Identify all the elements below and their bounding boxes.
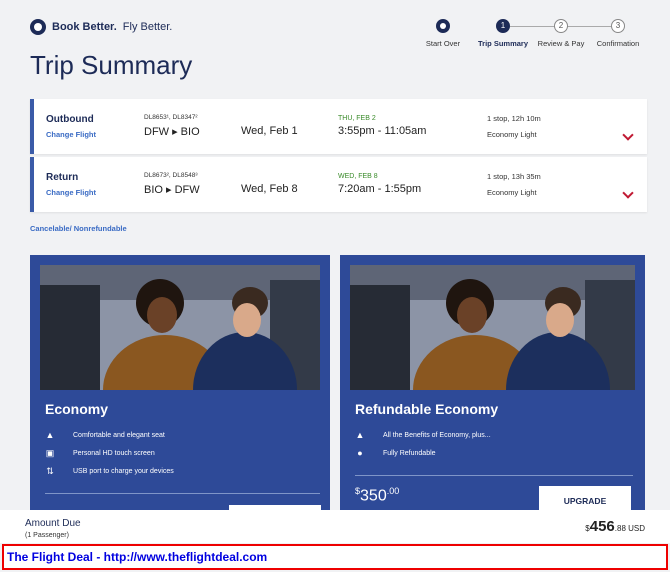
flight-times: 7:20am - 1:55pm bbox=[338, 183, 422, 195]
divider bbox=[45, 493, 320, 494]
cancel-policy-link[interactable]: Cancelable/ Nonrefundable bbox=[30, 224, 127, 233]
arrival-date-note: WED, FEB 8 bbox=[338, 173, 378, 180]
amount-due-bar: Amount Due (1 Passenger) $456.88 USD bbox=[0, 510, 670, 543]
step-number: 1 bbox=[496, 19, 510, 33]
flight-stops: 1 stop, 12h 10m bbox=[487, 114, 541, 123]
passengers-photo bbox=[350, 265, 635, 390]
refundable-fare-card[interactable]: Refundable Economy ▲ All the Benefits of … bbox=[340, 255, 645, 515]
feature-label: Fully Refundable bbox=[383, 449, 436, 457]
flight-date: Wed, Feb 1 bbox=[241, 125, 298, 137]
amount-int: 456 bbox=[589, 518, 615, 535]
flight-direction: Outbound bbox=[46, 114, 94, 125]
flight-numbers: DL8673², DL8548³ bbox=[144, 172, 198, 179]
fare-title: Economy bbox=[45, 401, 109, 417]
chevron-down-icon[interactable] bbox=[622, 129, 634, 141]
progress-steps: Start Over 1 Trip Summary 2 Review & Pay… bbox=[0, 19, 670, 59]
flight-deal-banner[interactable]: The Flight Deal - http://www.theflightde… bbox=[2, 544, 668, 570]
screen-icon: ▣ bbox=[45, 448, 55, 458]
price-dec: .00 bbox=[386, 486, 400, 496]
flight-route: DFW ▸ BIO bbox=[144, 126, 200, 138]
seat-icon: ▲ bbox=[355, 430, 365, 440]
person-icon: ● bbox=[357, 448, 363, 458]
amount-due-label: Amount Due bbox=[25, 518, 81, 529]
step-confirmation[interactable]: 3 Confirmation bbox=[578, 19, 658, 48]
flight-numbers: DL8653¹, DL8347² bbox=[144, 114, 198, 121]
change-flight-link[interactable]: Change Flight bbox=[46, 130, 96, 139]
feature-label: Personal HD touch screen bbox=[73, 449, 155, 457]
flight-cabin: Economy Light bbox=[487, 188, 537, 197]
flight-direction: Return bbox=[46, 172, 79, 183]
feature-label: All the Benefits of Economy, plus... bbox=[383, 431, 491, 439]
divider bbox=[355, 475, 633, 476]
flight-times: 3:55pm - 11:05am bbox=[338, 125, 427, 137]
passengers-photo bbox=[40, 265, 320, 390]
return-flight-card[interactable]: Return Change Flight DL8673², DL8548³ BI… bbox=[30, 157, 647, 212]
step-number: 2 bbox=[554, 19, 568, 33]
step-number: 3 bbox=[611, 19, 625, 33]
feature-item: ▲ All the Benefits of Economy, plus... bbox=[355, 430, 491, 440]
fare-title: Refundable Economy bbox=[355, 401, 499, 417]
feature-label: USB port to charge your devices bbox=[73, 467, 174, 475]
seat-icon: ▲ bbox=[45, 430, 55, 440]
flight-cabin: Economy Light bbox=[487, 130, 537, 139]
flight-date: Wed, Feb 8 bbox=[241, 183, 298, 195]
flight-route: BIO ▸ DFW bbox=[144, 184, 200, 196]
feature-label: Comfortable and elegant seat bbox=[73, 431, 165, 439]
chevron-down-icon[interactable] bbox=[622, 187, 634, 199]
feature-item: ● Fully Refundable bbox=[355, 448, 436, 458]
feature-item: ⇅ USB port to charge your devices bbox=[45, 466, 174, 476]
amount-due-value: $456.88 USD bbox=[585, 518, 645, 535]
outbound-flight-card[interactable]: Outbound Change Flight DL8653¹, DL8347² … bbox=[30, 99, 647, 154]
feature-item: ▲ Comfortable and elegant seat bbox=[45, 430, 165, 440]
fare-price: $350.00 bbox=[355, 486, 399, 505]
change-flight-link[interactable]: Change Flight bbox=[46, 188, 96, 197]
passenger-count: (1 Passenger) bbox=[25, 532, 69, 539]
amount-dec: .88 USD bbox=[614, 524, 645, 533]
flight-stops: 1 stop, 13h 35m bbox=[487, 172, 541, 181]
price-int: 350 bbox=[360, 487, 387, 505]
feature-item: ▣ Personal HD touch screen bbox=[45, 448, 155, 458]
start-over-icon bbox=[436, 19, 450, 33]
step-label: Confirmation bbox=[596, 39, 640, 48]
usb-icon: ⇅ bbox=[46, 466, 54, 476]
arrival-date-note: THU, FEB 2 bbox=[338, 115, 376, 122]
economy-fare-card[interactable]: Economy ▲ Comfortable and elegant seat ▣ P… bbox=[30, 255, 330, 515]
